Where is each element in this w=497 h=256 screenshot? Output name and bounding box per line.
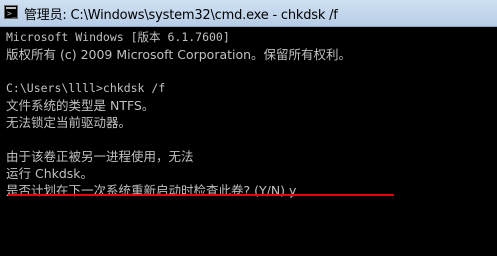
title-bar[interactable]: >_ 管理员: C:\Windows\system32\cmd.exe - ch… [0,0,497,27]
console-line: 运行 Chkdsk。 [6,166,94,181]
highlight-underline [8,194,394,196]
cmd-window: >_ 管理员: C:\Windows\system32\cmd.exe - ch… [0,0,497,256]
console-line: 文件系统的类型是 NTFS。 [6,98,155,113]
console-line: 无法锁定当前驱动器。 [6,115,132,130]
console-line-prompt: 是否计划在下一次系统重新启动时检查此卷? (Y/N) y [6,183,297,198]
window-title: 管理员: C:\Windows\system32\cmd.exe - chkds… [24,8,338,23]
console-line: C:\Users\llll>chkdsk /f [6,81,166,95]
console-line: 版权所有 (c) 2009 Microsoft Corporation。保留所有… [6,47,352,62]
console-line: 由于该卷正被另一进程使用，无法 [6,149,194,164]
console-output[interactable]: Microsoft Windows [版本 6.1.7600] 版权所有 (c)… [6,29,497,256]
cmd-icon: >_ [4,5,18,19]
console-line: Microsoft Windows [版本 6.1.7600] [6,30,230,44]
